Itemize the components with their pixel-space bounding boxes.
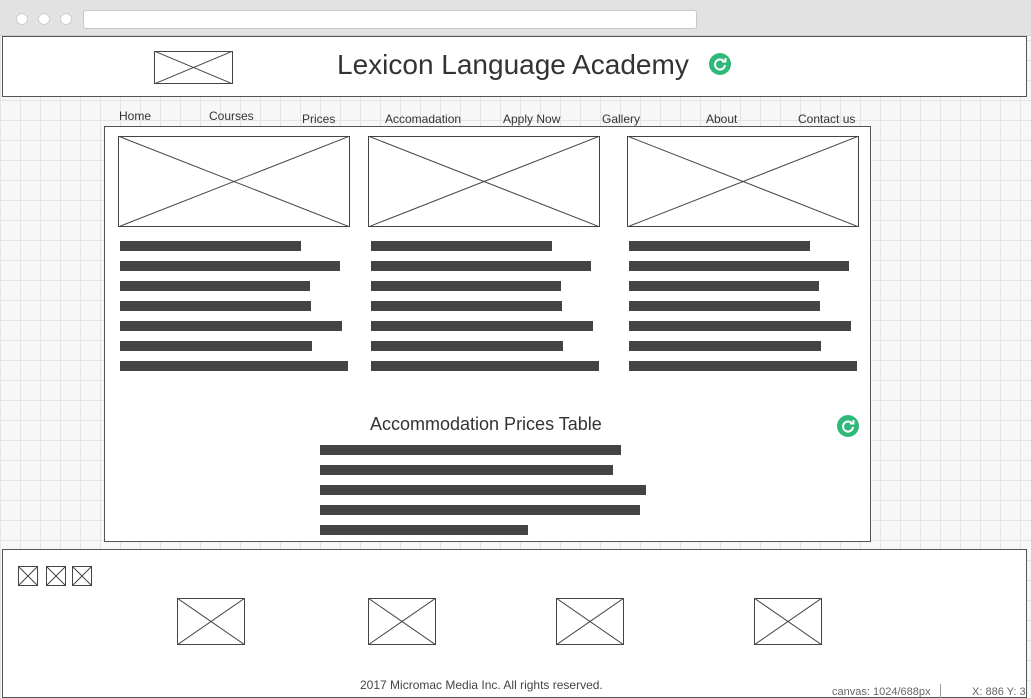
text-placeholder-line [120,301,311,311]
footer-image-placeholder [177,598,245,645]
text-placeholder-line [629,261,849,271]
table-placeholder-line [320,525,528,535]
social-icon-placeholder[interactable] [18,566,38,586]
column-1-image-placeholder [118,136,350,227]
text-placeholder-line [120,281,310,291]
window-close-dot[interactable] [16,13,28,25]
text-placeholder-line [371,341,563,351]
text-placeholder-line [371,281,561,291]
nav-item-courses[interactable]: Courses [209,109,254,123]
status-divider [940,684,941,698]
footer-image-placeholder [556,598,624,645]
table-placeholder-line [320,465,613,475]
text-placeholder-line [371,321,593,331]
canvas-size-readout: canvas: 1024/688px [832,686,931,698]
text-placeholder-line [629,281,819,291]
nav-item-gallery[interactable]: Gallery [602,112,640,126]
window-maximize-dot[interactable] [60,13,72,25]
text-placeholder-line [629,301,820,311]
text-placeholder-line [371,301,562,311]
coords-value: 886 Y: 3 [985,686,1026,698]
text-placeholder-line [120,321,342,331]
canvas-size-value: 1024/688px [872,686,931,698]
footer-image-placeholder [368,598,436,645]
column-3-image-placeholder [627,136,859,227]
accommodation-prices-heading: Accommodation Prices Table [370,414,602,434]
logo-image-placeholder [154,51,233,84]
nav-item-prices[interactable]: Prices [302,112,335,126]
site-title: Lexicon Language Academy [337,49,689,80]
table-placeholder-line [320,445,621,455]
canvas-label: canvas [832,686,867,698]
coords-label: X [972,686,980,698]
column-2-image-placeholder [368,136,600,227]
nav-item-accomadation[interactable]: Accomadation [385,112,461,126]
nav-item-home[interactable]: Home [119,109,151,123]
text-placeholder-line [629,361,857,371]
address-bar[interactable] [83,10,697,29]
text-placeholder-line [371,361,599,371]
nav-item-about[interactable]: About [706,112,737,126]
social-icon-placeholder[interactable] [72,566,92,586]
refresh-icon[interactable] [837,415,859,437]
text-placeholder-line [371,261,591,271]
social-icon-placeholder[interactable] [46,566,66,586]
nav-item-apply-now[interactable]: Apply Now [503,112,560,126]
cursor-coordinates-readout: X: 886 Y: 3 [972,686,1026,698]
text-placeholder-line [629,341,821,351]
table-placeholder-line [320,505,640,515]
text-placeholder-line [629,321,851,331]
copyright-text: 2017 Micromac Media Inc. All rights rese… [360,678,603,692]
text-placeholder-line [120,241,301,251]
window-minimize-dot[interactable] [38,13,50,25]
text-placeholder-line [120,261,340,271]
text-placeholder-line [120,341,312,351]
text-placeholder-line [120,361,348,371]
text-placeholder-line [629,241,810,251]
footer-image-placeholder [754,598,822,645]
refresh-icon[interactable] [709,53,731,75]
footer-panel [2,549,1027,698]
table-placeholder-line [320,485,646,495]
nav-item-contact-us[interactable]: Contact us [798,112,855,126]
text-placeholder-line [371,241,552,251]
